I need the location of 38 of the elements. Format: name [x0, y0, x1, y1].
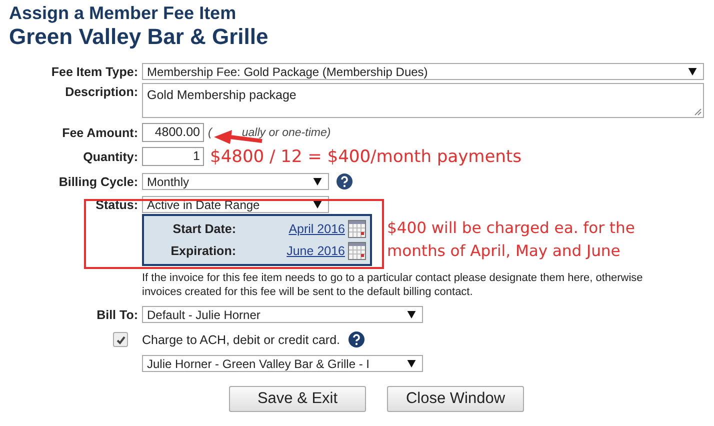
calendar-icon[interactable]: [348, 242, 366, 260]
field-label: Quantity:: [82, 150, 138, 164]
field-label: Bill To:: [96, 308, 138, 322]
field-label: Description:: [64, 84, 138, 99]
checkbox-label: Charge to ACH, debit or credit card.: [142, 332, 340, 346]
card-select[interactable]: Julie Horner - Green Valley Bar & Grille - I: [142, 355, 423, 372]
resize-grip-icon[interactable]: [694, 108, 702, 116]
date-link[interactable]: April 2016: [236, 222, 348, 236]
caret-icon: [407, 360, 416, 368]
page-title: Assign a Member Fee Item: [9, 3, 238, 23]
bill-to-note: If the invoice for this fee item needs to go to a particular contact please designate them here, otherwise invoices created for this fee will be sent to the default billing contact.: [142, 271, 644, 299]
date-link[interactable]: June 2016: [236, 244, 348, 258]
hint-text: ually or one-time): [242, 126, 331, 138]
charge-checkbox[interactable]: [113, 332, 128, 348]
field-label: Fee Amount:: [61, 126, 138, 140]
help-icon[interactable]: [336, 173, 353, 190]
date-label: Expiration:: [170, 244, 236, 258]
date-label: Start Date:: [172, 222, 236, 236]
hint-text: (: [208, 126, 212, 138]
form-button[interactable]: Close Window: [387, 386, 524, 412]
field-label: Status:: [94, 198, 138, 212]
field-label: Fee Item Type:: [50, 64, 138, 78]
calendar-icon[interactable]: [348, 220, 366, 238]
bill-to-select[interactable]: Default - Julie Horner: [142, 306, 423, 323]
fee-amount-field[interactable]: 4800.00: [142, 123, 204, 142]
caret-icon: [407, 310, 416, 318]
quantity-field[interactable]: 1: [142, 147, 204, 166]
billing-cycle-select[interactable]: Monthly: [142, 173, 329, 190]
page-heading: Green Valley Bar & Grille: [9, 23, 270, 50]
help-icon[interactable]: [348, 331, 366, 348]
field-label: Billing Cycle:: [58, 174, 138, 188]
form-button[interactable]: Save & Exit: [229, 386, 366, 412]
annotation-text: $4800 / 12 = $400/month payments: [210, 147, 522, 167]
description-field[interactable]: Gold Membership package: [142, 83, 704, 118]
annotation-text: $400 will be charged ea. for the months of April, May and June: [387, 218, 636, 262]
fee-item-type-select[interactable]: Membership Fee: Gold Package (Membership Dues): [142, 63, 704, 80]
caret-icon: [313, 178, 322, 186]
caret-icon: [688, 68, 697, 76]
